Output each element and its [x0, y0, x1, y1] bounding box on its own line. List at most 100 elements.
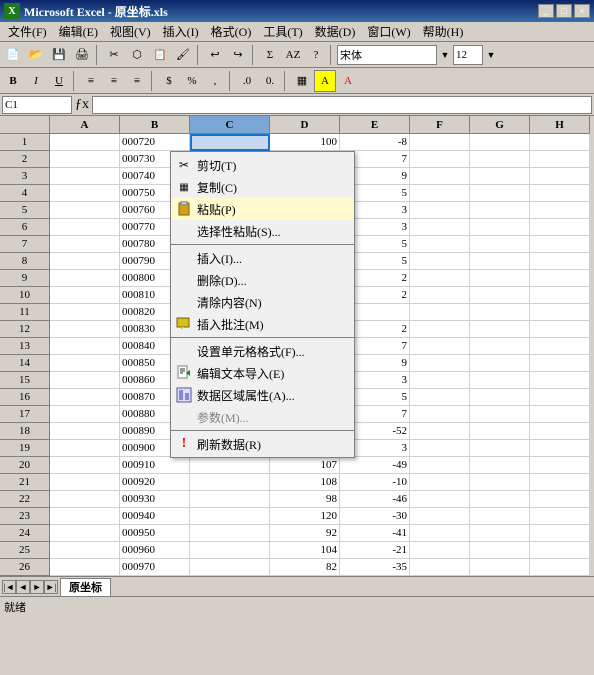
cell-H4[interactable]: [530, 185, 590, 202]
cell-B20[interactable]: 000910: [120, 457, 190, 474]
cell-G25[interactable]: [470, 542, 530, 559]
cell-F9[interactable]: [410, 270, 470, 287]
cell-H5[interactable]: [530, 202, 590, 219]
maximize-button[interactable]: □: [556, 4, 572, 18]
sheet-tab-original[interactable]: 原坐标: [60, 578, 111, 596]
ctx-edit-text-import[interactable]: 编辑文本导入(E): [171, 362, 354, 384]
cell-A13[interactable]: [50, 338, 120, 355]
cell-F17[interactable]: [410, 406, 470, 423]
font-color-button[interactable]: A: [337, 70, 359, 92]
bold-button[interactable]: B: [2, 70, 24, 92]
currency-button[interactable]: $: [158, 70, 180, 92]
cell-A1[interactable]: [50, 134, 120, 151]
cell-H1[interactable]: [530, 134, 590, 151]
cell-H15[interactable]: [530, 372, 590, 389]
cell-H12[interactable]: [530, 321, 590, 338]
row-2[interactable]: 2: [0, 151, 50, 168]
cell-E21[interactable]: -10: [340, 474, 410, 491]
cell-B24[interactable]: 000950: [120, 525, 190, 542]
cell-A19[interactable]: [50, 440, 120, 457]
row-17[interactable]: 17: [0, 406, 50, 423]
cell-G4[interactable]: [470, 185, 530, 202]
cell-D20[interactable]: 107: [270, 457, 340, 474]
cell-H9[interactable]: [530, 270, 590, 287]
cell-A10[interactable]: [50, 287, 120, 304]
cell-H13[interactable]: [530, 338, 590, 355]
col-header-B[interactable]: B: [120, 116, 190, 134]
cell-G24[interactable]: [470, 525, 530, 542]
cell-C20[interactable]: [190, 457, 270, 474]
cell-H22[interactable]: [530, 491, 590, 508]
autosum-button[interactable]: Σ: [259, 44, 281, 66]
row-15[interactable]: 15: [0, 372, 50, 389]
row-19[interactable]: 19: [0, 440, 50, 457]
cell-C1[interactable]: [190, 134, 270, 151]
cell-F23[interactable]: [410, 508, 470, 525]
menu-format[interactable]: 格式(O): [205, 21, 258, 42]
comma-button[interactable]: ,: [204, 70, 226, 92]
cell-D26[interactable]: 82: [270, 559, 340, 576]
cell-A25[interactable]: [50, 542, 120, 559]
cell-H25[interactable]: [530, 542, 590, 559]
underline-button[interactable]: U: [48, 70, 70, 92]
ctx-cut[interactable]: ✂ 剪切(T): [171, 154, 354, 176]
cell-F11[interactable]: [410, 304, 470, 321]
align-left-button[interactable]: ≡: [80, 70, 102, 92]
open-button[interactable]: 📂: [25, 44, 47, 66]
fill-color-button[interactable]: A: [314, 70, 336, 92]
paste-button[interactable]: 📋: [149, 44, 171, 66]
sort-button[interactable]: AZ: [282, 44, 304, 66]
cell-F18[interactable]: [410, 423, 470, 440]
cell-A5[interactable]: [50, 202, 120, 219]
ctx-params[interactable]: 参数(M)...: [171, 406, 354, 428]
decrease-decimal-button[interactable]: 0.: [259, 70, 281, 92]
row-14[interactable]: 14: [0, 355, 50, 372]
cell-H6[interactable]: [530, 219, 590, 236]
menu-data[interactable]: 数据(D): [309, 21, 362, 42]
row-11[interactable]: 11: [0, 304, 50, 321]
ctx-paste[interactable]: 粘贴(P): [171, 198, 354, 220]
cell-G1[interactable]: [470, 134, 530, 151]
ctx-paste-special[interactable]: 选择性粘贴(S)...: [171, 220, 354, 242]
cell-E20[interactable]: -49: [340, 457, 410, 474]
row-8[interactable]: 8: [0, 253, 50, 270]
cell-D1[interactable]: 100: [270, 134, 340, 151]
cell-F5[interactable]: [410, 202, 470, 219]
cell-G11[interactable]: [470, 304, 530, 321]
prev-tab-button[interactable]: ◄: [16, 580, 30, 594]
row-12[interactable]: 12: [0, 321, 50, 338]
cell-F15[interactable]: [410, 372, 470, 389]
row-18[interactable]: 18: [0, 423, 50, 440]
col-header-A[interactable]: A: [50, 116, 120, 134]
menu-edit[interactable]: 编辑(E): [53, 21, 104, 42]
row-22[interactable]: 22: [0, 491, 50, 508]
cell-B22[interactable]: 000930: [120, 491, 190, 508]
row-7[interactable]: 7: [0, 236, 50, 253]
cell-H3[interactable]: [530, 168, 590, 185]
menu-help[interactable]: 帮助(H): [417, 21, 470, 42]
cell-D22[interactable]: 98: [270, 491, 340, 508]
cell-E25[interactable]: -21: [340, 542, 410, 559]
cell-F7[interactable]: [410, 236, 470, 253]
ctx-insert-comment[interactable]: 插入批注(M): [171, 313, 354, 335]
cell-H2[interactable]: [530, 151, 590, 168]
first-tab-button[interactable]: |◄: [2, 580, 16, 594]
row-23[interactable]: 23: [0, 508, 50, 525]
format-painter[interactable]: 🖌: [172, 44, 194, 66]
minimize-button[interactable]: _: [538, 4, 554, 18]
ctx-refresh[interactable]: ! 刷新数据(R): [171, 433, 354, 455]
cell-F14[interactable]: [410, 355, 470, 372]
cell-E22[interactable]: -46: [340, 491, 410, 508]
cell-A14[interactable]: [50, 355, 120, 372]
cell-H24[interactable]: [530, 525, 590, 542]
row-13[interactable]: 13: [0, 338, 50, 355]
col-header-E[interactable]: E: [340, 116, 410, 134]
name-box[interactable]: C1: [2, 96, 72, 114]
cell-G3[interactable]: [470, 168, 530, 185]
cell-F2[interactable]: [410, 151, 470, 168]
cell-H19[interactable]: [530, 440, 590, 457]
cell-F13[interactable]: [410, 338, 470, 355]
cell-H26[interactable]: [530, 559, 590, 576]
cell-A17[interactable]: [50, 406, 120, 423]
print-button[interactable]: 🖨: [71, 44, 93, 66]
